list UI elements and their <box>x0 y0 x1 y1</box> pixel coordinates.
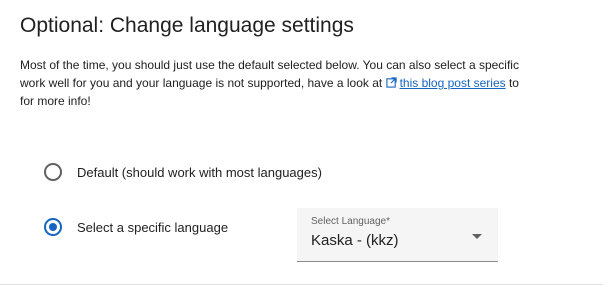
radio-option-default[interactable]: Default (should work with most languages… <box>44 163 322 181</box>
language-select-value: Kaska - (kkz) <box>311 232 399 249</box>
radio-specific-language[interactable] <box>44 218 62 236</box>
section-title: Optional: Change language settings <box>20 14 354 37</box>
description-line-1: Most of the time, you should just use th… <box>20 58 519 72</box>
radio-option-specific-language[interactable]: Select a specific language <box>44 218 228 236</box>
divider <box>0 284 603 285</box>
blog-link-text: this blog post series <box>399 76 506 90</box>
section-description: Most of the time, you should just use th… <box>20 56 603 110</box>
language-select-label: Select Language* <box>311 216 390 227</box>
description-line-2: work well for you and your language is n… <box>20 74 603 92</box>
radio-specific-language-label: Select a specific language <box>77 219 229 235</box>
description-line-2-after: to <box>505 76 519 90</box>
blog-post-series-link[interactable]: this blog post series <box>385 76 506 90</box>
description-line-2-before: work well for you and your language is n… <box>20 76 386 90</box>
external-link-icon <box>385 77 397 88</box>
radio-default-label: Default (should work with most languages… <box>77 164 322 180</box>
language-settings-panel: Optional: Change language settings Most … <box>0 0 603 286</box>
radio-default[interactable] <box>44 163 62 181</box>
language-select[interactable]: Select Language* Kaska - (kkz) <box>297 208 498 262</box>
description-line-3: for more info! <box>20 94 91 108</box>
dropdown-arrow-icon <box>472 234 482 239</box>
